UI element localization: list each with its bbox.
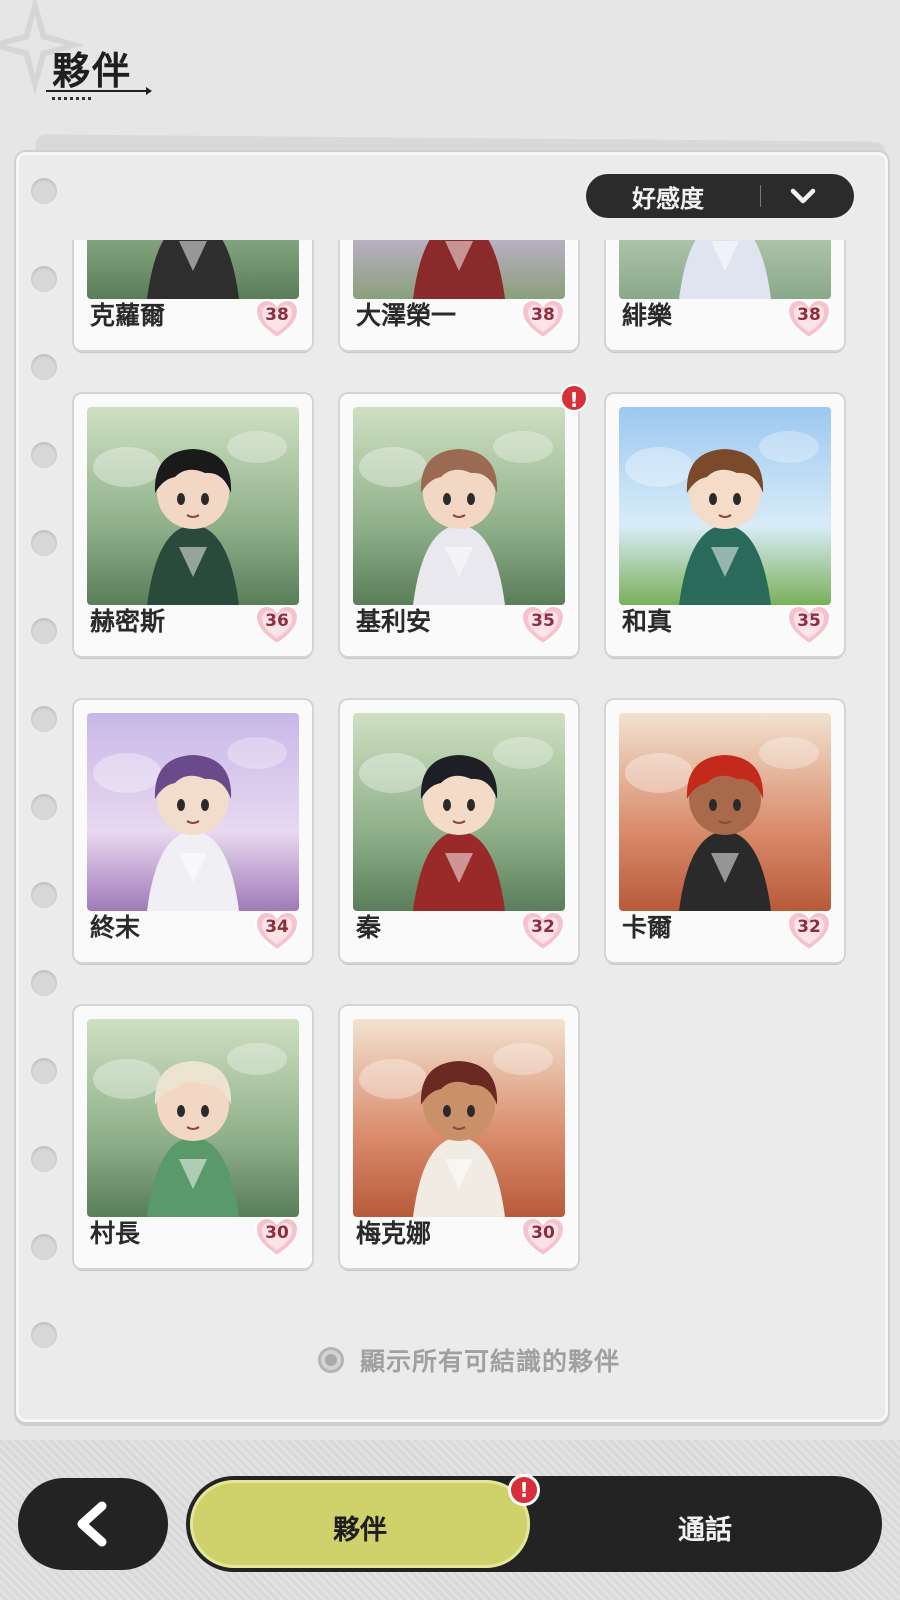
exclamation-icon: !: [560, 384, 588, 412]
sort-dropdown[interactable]: 好感度: [586, 174, 854, 218]
sort-dropdown-label: 好感度: [632, 184, 704, 213]
affinity-value: 32: [531, 917, 555, 937]
affinity-badge: 38: [520, 298, 566, 340]
affinity-badge: 34: [254, 910, 300, 952]
bottom-tab-bar: 夥伴 ! 通話: [186, 1474, 882, 1572]
show-all-label: 顯示所有可結識的夥伴: [360, 1347, 621, 1376]
affinity-value: 34: [265, 917, 289, 937]
companion-portrait: [353, 407, 565, 605]
affinity-badge: 38: [786, 298, 832, 340]
affinity-value: 38: [531, 305, 555, 325]
title-underline: [46, 87, 152, 95]
companion-portrait: [87, 1019, 299, 1217]
show-all-radio[interactable]: [318, 1347, 344, 1373]
affinity-value: 38: [265, 305, 289, 325]
page-header: 夥伴: [0, 0, 900, 140]
companion-card[interactable]: 基利安 35!: [340, 384, 588, 656]
tab-companions-label: 夥伴: [333, 1515, 387, 1546]
chevron-left-icon: [77, 1501, 107, 1547]
companion-card[interactable]: 緋樂 38: [606, 240, 844, 350]
companion-portrait: [619, 407, 831, 605]
affinity-badge: 38: [254, 298, 300, 340]
companion-name: 克蘿爾: [90, 301, 166, 330]
companion-card[interactable]: 大澤榮一 38: [340, 240, 578, 350]
companion-name: 村長: [90, 1219, 141, 1248]
affinity-badge: 35: [786, 604, 832, 646]
affinity-value: 35: [797, 611, 821, 631]
companion-card[interactable]: 終末 34: [74, 700, 312, 962]
companion-portrait: [353, 713, 565, 911]
affinity-value: 30: [531, 1223, 555, 1243]
binder-hole: [31, 178, 57, 204]
affinity-badge: 32: [786, 910, 832, 952]
affinity-badge: 35: [520, 604, 566, 646]
companion-portrait: [87, 407, 299, 605]
companion-card[interactable]: 赫密斯 36: [74, 394, 312, 656]
affinity-value: 32: [797, 917, 821, 937]
sort-separator: [760, 185, 761, 207]
title-dots: [52, 97, 92, 100]
affinity-badge: 32: [520, 910, 566, 952]
companion-card[interactable]: 秦 32: [340, 700, 578, 962]
page-title: 夥伴: [52, 49, 133, 93]
companion-card[interactable]: 梅克娜 30: [340, 1006, 578, 1268]
companion-name: 赫密斯: [90, 607, 166, 636]
companion-portrait: [87, 240, 299, 299]
companion-portrait: [87, 713, 299, 911]
affinity-badge: 30: [254, 1216, 300, 1258]
companion-portrait: [619, 713, 831, 911]
companion-portrait: [353, 240, 565, 299]
companion-portrait: [619, 240, 831, 299]
companion-name: 大澤榮一: [356, 301, 457, 330]
companion-name: 基利安: [356, 607, 432, 636]
affinity-badge: 30: [520, 1216, 566, 1258]
affinity-value: 36: [265, 611, 289, 631]
companion-name: 和真: [622, 607, 673, 636]
companion-card[interactable]: 克蘿爾 38: [74, 240, 312, 350]
companion-card[interactable]: 村長 30: [74, 1006, 312, 1268]
affinity-value: 30: [265, 1223, 289, 1243]
affinity-value: 38: [797, 305, 821, 325]
tab-calls-label: 通話: [678, 1515, 732, 1546]
tab-calls[interactable]: 通話: [530, 1480, 880, 1568]
companion-name: 秦: [356, 913, 382, 942]
companion-name: 卡爾: [622, 913, 673, 942]
affinity-value: 35: [531, 611, 555, 631]
tab-companions[interactable]: 夥伴 !: [190, 1474, 540, 1568]
companion-grid: 克蘿爾 38 大澤榮一 38 緋樂 38 赫密斯 36 基利安 35! 和真 35 終末 34 秦 32 卡爾 3…: [16, 240, 888, 1350]
companion-portrait: [353, 1019, 565, 1217]
companion-name: 梅克娜: [356, 1219, 432, 1248]
affinity-badge: 36: [254, 604, 300, 646]
companion-name: 終末: [90, 913, 141, 942]
companion-card[interactable]: 和真 35: [606, 394, 844, 656]
companion-name: 緋樂: [622, 301, 673, 330]
back-button[interactable]: [18, 1478, 168, 1570]
companion-panel: 好感度 克蘿爾 38 大澤榮一 38 緋樂 38 赫密斯 36 基利安 35! 和真 35 終末 34 秦 3…: [14, 150, 890, 1424]
chevron-down-icon: [790, 188, 816, 204]
show-all-toggle[interactable]: 顯示所有可結識的夥伴: [318, 1342, 620, 1378]
companion-card[interactable]: 卡爾 32: [606, 700, 844, 962]
